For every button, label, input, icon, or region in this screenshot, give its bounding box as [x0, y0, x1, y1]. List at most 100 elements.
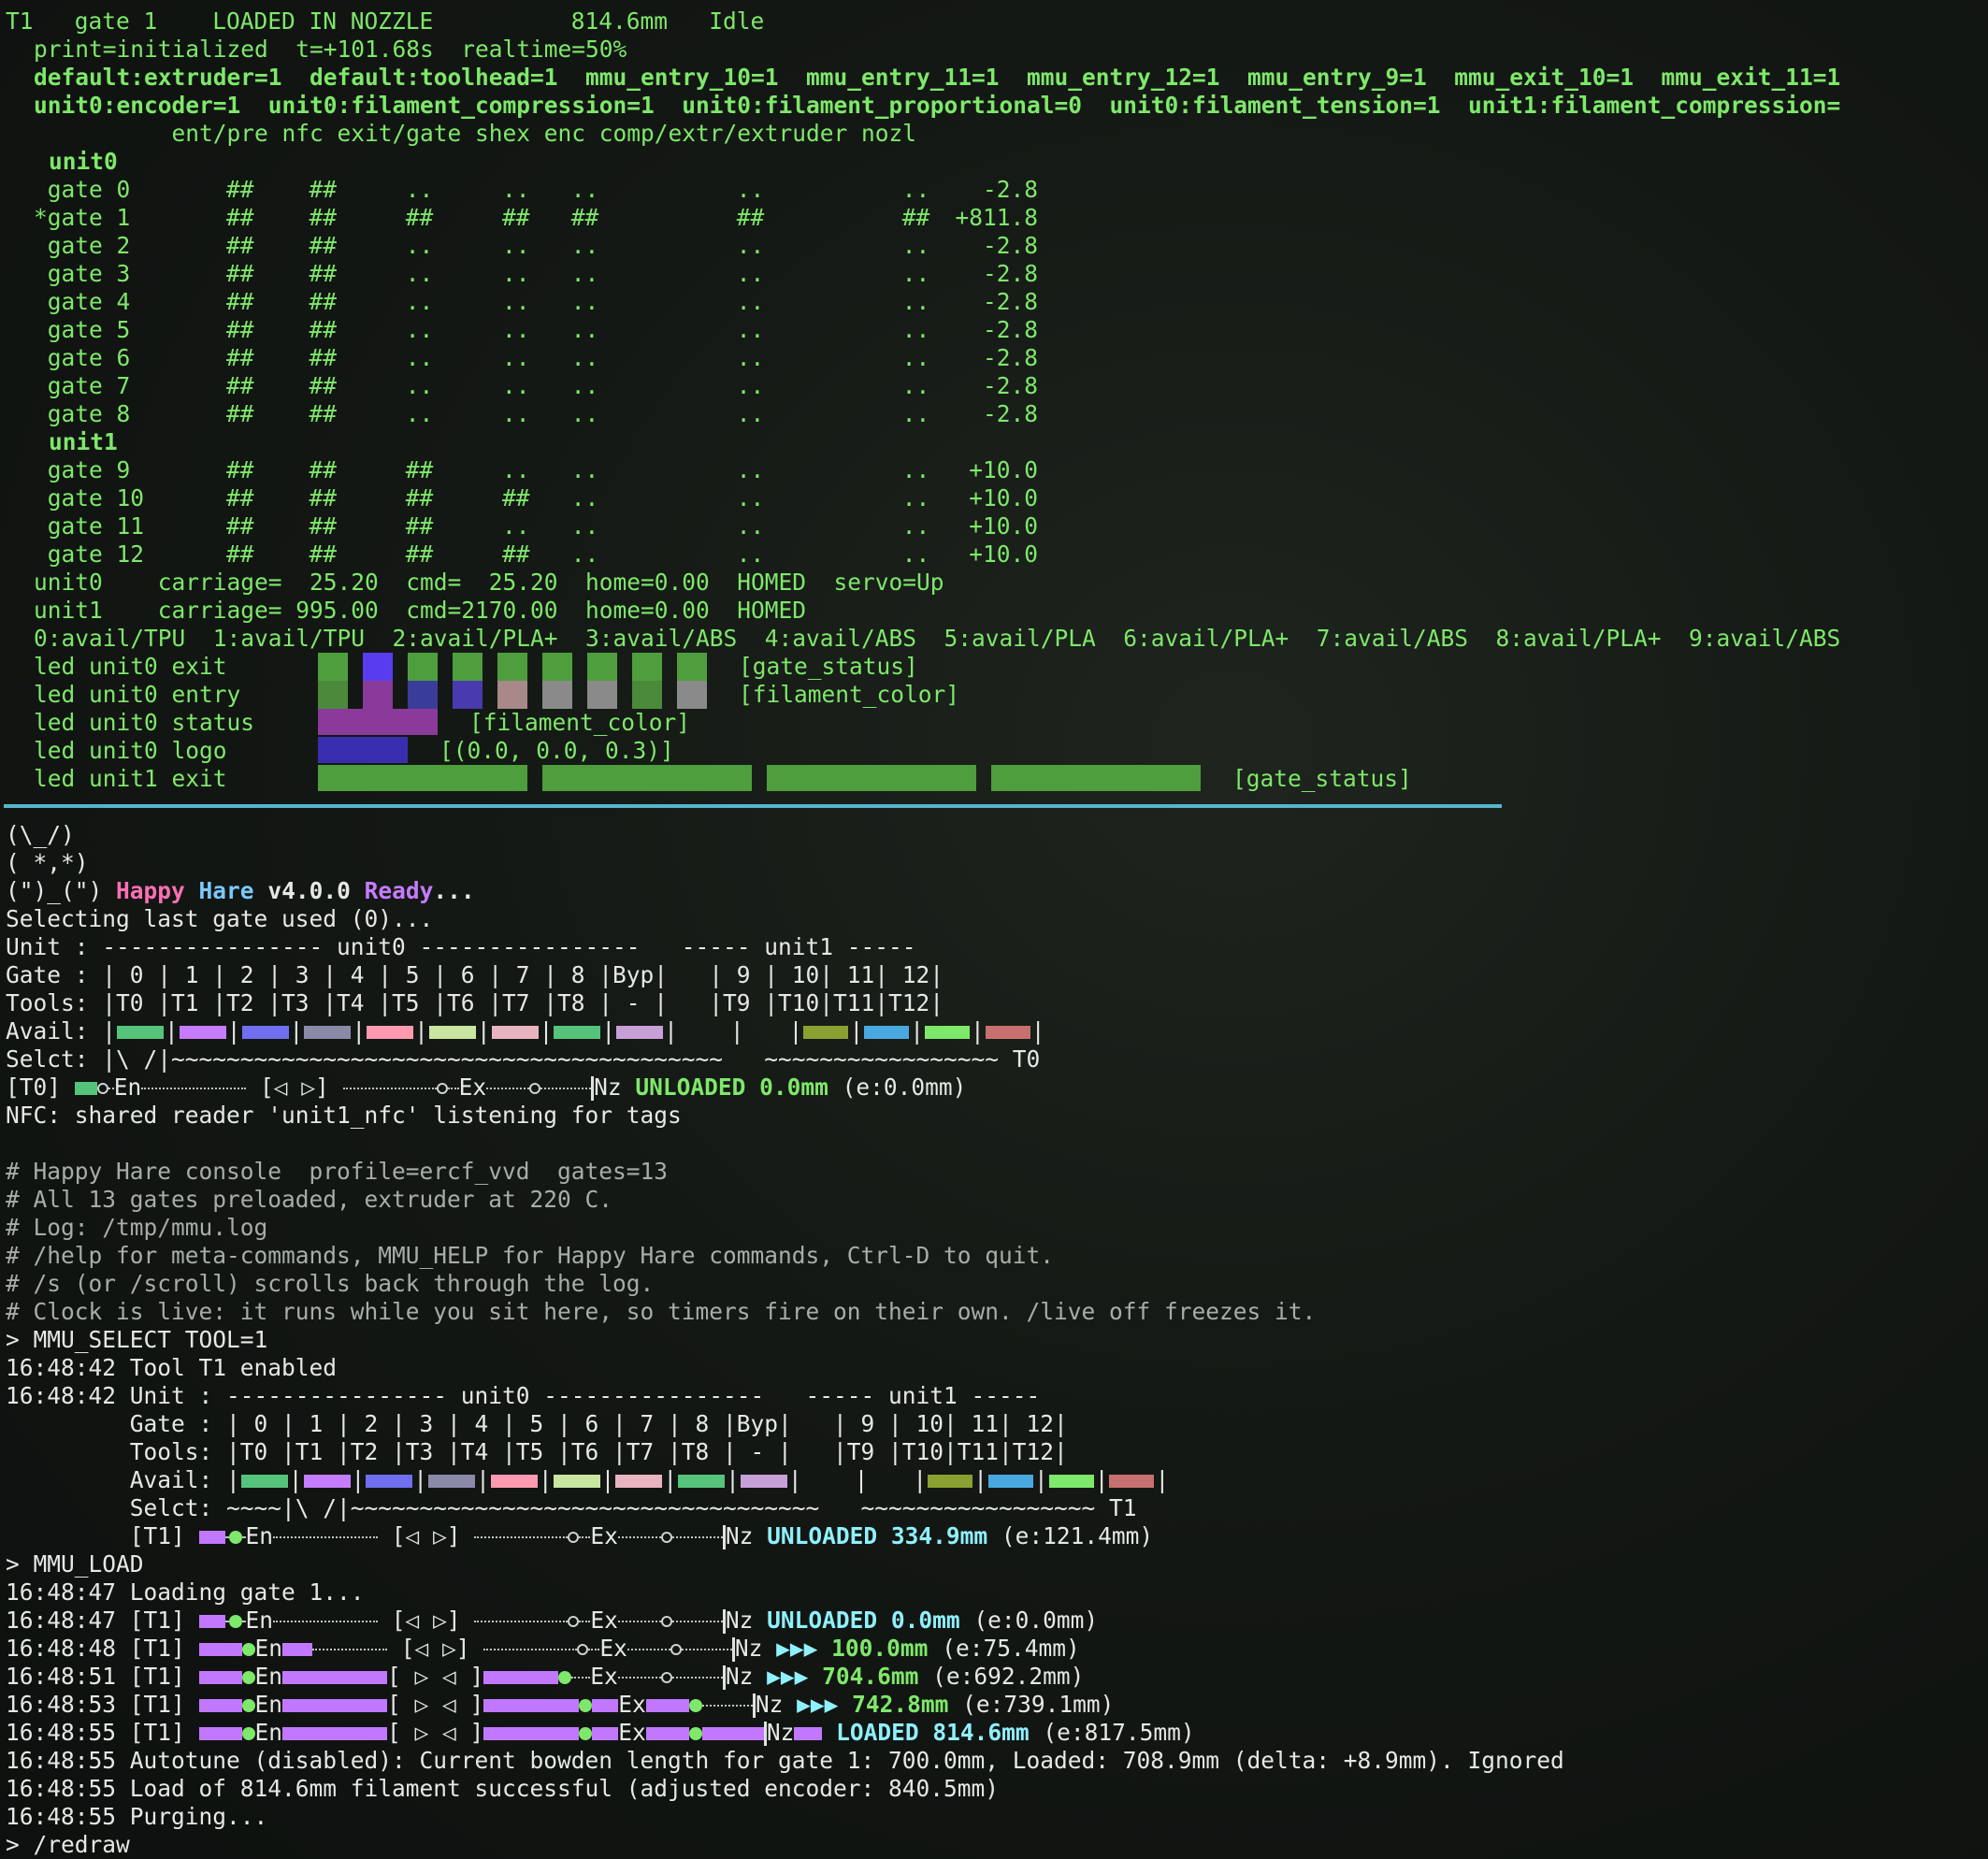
load-state: UNLOADED 0.0mm: [635, 1074, 828, 1101]
avail-swatch: [1048, 1475, 1094, 1488]
sensor-dot-active: [558, 1671, 572, 1684]
exit-label: Ex: [618, 1691, 646, 1718]
filament-fill: [483, 1671, 559, 1684]
log-tool-enabled: 16:48:42 Tool T1 enabled: [6, 1354, 338, 1381]
banner-happy: Happy: [116, 877, 185, 904]
command-redraw[interactable]: > /redraw: [6, 1831, 130, 1859]
gate-row: gate 10 ## ## ## ## .. .. .. +10.0: [34, 484, 1038, 512]
gate-sensor-marks: ## ## .. .. .. .. ..: [226, 288, 930, 315]
path-segment: [617, 1621, 661, 1622]
gate-position: +10.0: [969, 484, 1038, 512]
encoder-reading: (e:75.4mm): [942, 1635, 1080, 1662]
led-unit1-exit-strip: [767, 765, 976, 791]
avail-swatch: [117, 1026, 165, 1039]
gate-row: gate 4 ## ## .. .. .. .. .. -2.8: [34, 288, 1038, 316]
gate-label: gate 4: [34, 288, 131, 315]
sensor-dot-active: [241, 1643, 255, 1656]
path-segment: [141, 1088, 247, 1089]
load-state: 742.8mm: [852, 1691, 949, 1718]
progress-arrows: ▶▶▶: [776, 1635, 818, 1662]
path-segment: [342, 1088, 437, 1089]
exit-label: Ex: [599, 1635, 627, 1662]
console-comment-4: # /help for meta-commands, MMU_HELP for …: [6, 1242, 1055, 1269]
selector: [◁ ▷]: [260, 1074, 329, 1101]
selecting-line: Selecting last gate used (0)...: [6, 905, 434, 932]
avail-swatch: [303, 1475, 351, 1488]
progress-arrows: ▶▶▶: [797, 1691, 839, 1718]
led-unit1-exit-strip: [318, 765, 527, 791]
load-progress-4: 16:48:53 [T1] En[ ▷ ◁ ] Ex Nz ▶▶▶ 742.8mm …: [6, 1691, 1114, 1719]
load-progress-2: 16:48:48 [T1] En [◁ ▷] Ex Nz ▶▶▶ 100.0mm …: [6, 1635, 1080, 1663]
sensor-dot-idle: [568, 1616, 580, 1627]
led-label: led unit0 logo: [34, 737, 227, 764]
sensor-dot-idle: [436, 1083, 448, 1094]
led-entry-cell: [542, 681, 572, 709]
led-tag: [filament_color]: [469, 709, 691, 736]
selector: [◁ ▷]: [391, 1607, 461, 1634]
avail-label: Avail: |: [6, 1017, 117, 1045]
log-table-unit-row: 16:48:42 Unit : ---------------- unit0 -…: [6, 1382, 1041, 1409]
ascii-art-line-3: (")_("): [6, 877, 117, 904]
gate-label: gate 2: [34, 232, 131, 259]
sensor-dot-active: [579, 1727, 593, 1740]
unit-heading: unit1: [49, 428, 118, 455]
t1-filament-path: [T1] En [◁ ▷] Ex Nz UNLOADED 334.9mm (e:1…: [6, 1522, 1153, 1550]
gate-sensor-marks: ## ## ## ## ## ## ##: [226, 204, 930, 231]
table-unit-row: Unit : ---------------- unit0 ----------…: [6, 933, 916, 960]
gate-position: -2.8: [982, 260, 1038, 287]
banner-version: v4.0.0: [267, 877, 351, 904]
led-entry-cell: [363, 681, 393, 709]
led-tag: [filament_color]: [739, 681, 960, 708]
nozzle-label: Nz: [766, 1719, 795, 1746]
path-segment: [701, 1705, 753, 1707]
filament-fill: [282, 1727, 388, 1740]
exit-label: Ex: [458, 1074, 487, 1101]
table-gate-row: Gate : | 0 | 1 | 2 | 3 | 4 | 5 | 6 | 7 |…: [6, 961, 944, 988]
selector: [ ▷ ◁ ]: [387, 1719, 484, 1746]
log-avail-label: Avail: |: [6, 1466, 240, 1493]
avail-swatch: [740, 1475, 787, 1488]
path-segment: [627, 1649, 670, 1650]
path-segment: [579, 1621, 591, 1622]
led-entry-cell: [318, 681, 348, 709]
gate-sensor-marks: ## ## .. .. .. .. ..: [226, 176, 930, 203]
gate-label: gate 9: [34, 456, 131, 483]
gate-row: gate 5 ## ## .. .. .. .. .. -2.8: [34, 316, 1038, 344]
filament-fill: [74, 1082, 97, 1095]
log-timestamp: 16:48:55 [T1]: [6, 1719, 199, 1746]
gate-row: gate 12 ## ## ## ## .. .. .. +10.0: [34, 540, 1038, 569]
encoder-reading: (e:692.2mm): [932, 1663, 1085, 1690]
nozzle-label: Nz: [594, 1074, 636, 1101]
gate-row: *gate 1 ## ## ## ## ## ## ## +811.8: [34, 204, 1038, 232]
filament-fill: [592, 1727, 619, 1740]
nozzle-label: Nz: [725, 1607, 754, 1634]
gate-label: gate 0: [34, 176, 131, 203]
filament-fill: [592, 1699, 619, 1712]
entry-label: En: [113, 1074, 142, 1101]
gate-label: gate 7: [34, 372, 131, 399]
path-segment: [588, 1649, 600, 1650]
path-segment: [617, 1536, 661, 1538]
sensor-dot-active: [688, 1699, 702, 1712]
filament-fill: [224, 1643, 242, 1656]
filament-fill: [198, 1727, 225, 1740]
filament-fill: [224, 1699, 242, 1712]
gate-sensor-marks: ## ## .. .. .. .. ..: [226, 260, 930, 287]
avail-swatch: [803, 1026, 849, 1039]
led-tag: [gate_status]: [739, 653, 918, 680]
avail-swatch: [491, 1026, 539, 1039]
sensor-dot-idle: [568, 1532, 580, 1543]
load-state: 100.0mm: [831, 1635, 929, 1662]
path-segment: [447, 1088, 459, 1089]
led-entry-cell: [497, 681, 527, 709]
led-label: led unit0 status: [34, 709, 255, 736]
console-comment-6: # Clock is live: it runs while you sit h…: [6, 1298, 1317, 1325]
load-state: UNLOADED 334.9mm: [767, 1522, 988, 1549]
encoder-reading: (e:817.5mm): [1043, 1719, 1195, 1746]
entry-label: En: [254, 1719, 283, 1746]
sensor-dot-idle: [660, 1672, 672, 1683]
gate-row: gate 3 ## ## .. .. .. .. .. -2.8: [34, 260, 1038, 288]
log-table-avail-row: Avail: | | | | | | | | | | | | | | | |: [6, 1466, 1170, 1494]
terminal-window[interactable]: T1 gate 1 LOADED IN NOZZLE 814.6mm Idle …: [0, 0, 1988, 1859]
nozzle-label: Nz: [734, 1635, 763, 1662]
